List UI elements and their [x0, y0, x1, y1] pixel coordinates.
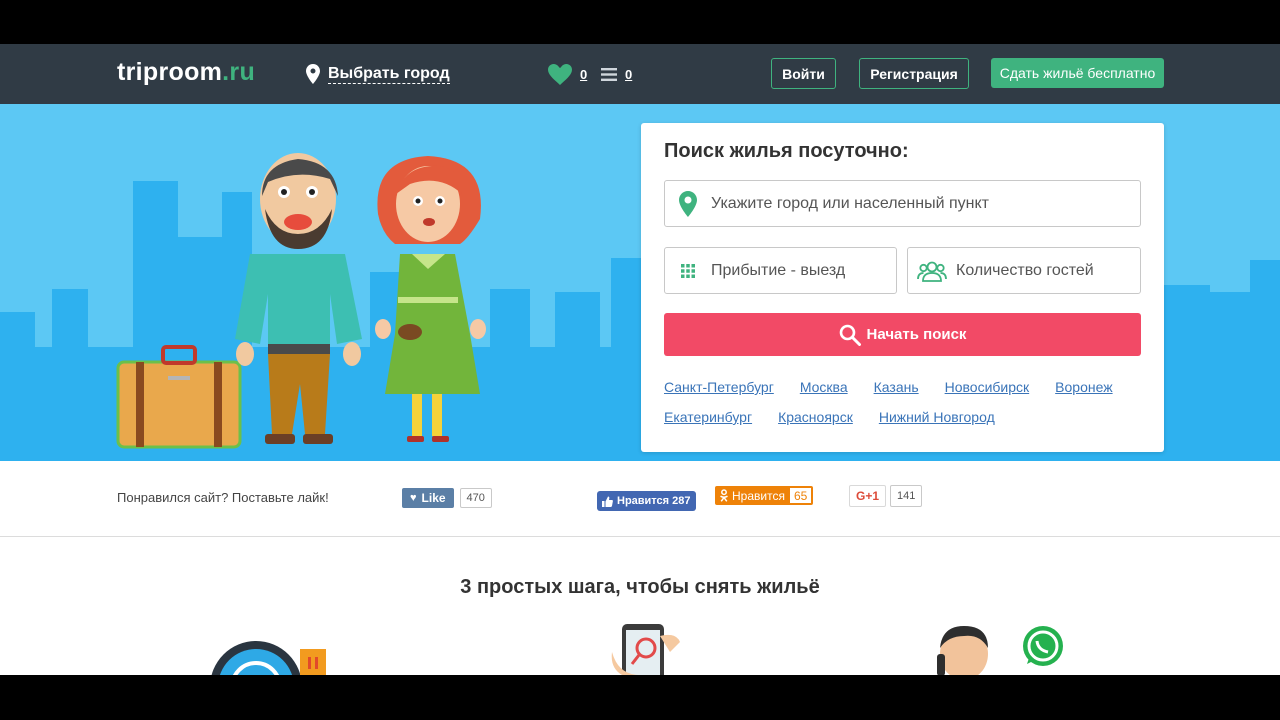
- fb-like-label: Нравится 287: [617, 495, 691, 507]
- search-panel: Поиск жилья посуточно: Укажите город или…: [641, 123, 1164, 452]
- top-navbar: triproom.ru Выбрать город 0 0 Войти Реги…: [0, 44, 1280, 104]
- location-pin-icon: [679, 190, 697, 217]
- popular-cities: Санкт-Петербург Москва Казань Новосибирс…: [664, 379, 1141, 439]
- city-link[interactable]: Москва: [800, 379, 848, 395]
- suitcase-illustration: [116, 345, 242, 449]
- search-icon: [839, 324, 861, 346]
- login-button[interactable]: Войти: [771, 58, 836, 89]
- city-select-label: Выбрать город: [328, 64, 450, 84]
- start-search-label: Начать поиск: [866, 326, 967, 343]
- city-link[interactable]: Новосибирск: [945, 379, 1030, 395]
- gplus-widget: G+1 141: [849, 485, 923, 507]
- city-search-input[interactable]: Укажите город или населенный пункт: [664, 180, 1141, 227]
- popular-cities-row: Санкт-Петербург Москва Казань Новосибирс…: [664, 379, 1141, 395]
- vk-like-label: Like: [421, 491, 446, 505]
- social-likes-bar: Понравился сайт? Поставьте лайк! ♥ Like …: [0, 461, 1280, 537]
- step-1-illustration: [211, 641, 326, 675]
- ok-like-count: 65: [789, 488, 812, 503]
- logo-main: triproom: [117, 58, 223, 86]
- gplus-button[interactable]: G+1: [849, 485, 887, 507]
- heart-icon: ♥: [410, 492, 417, 504]
- city-link[interactable]: Екатеринбург: [664, 409, 752, 425]
- gplus-count: 141: [890, 485, 923, 507]
- city-link[interactable]: Воронеж: [1055, 379, 1112, 395]
- step-2-illustration: [611, 624, 680, 675]
- thumbs-up-icon: [602, 496, 613, 507]
- fb-like-button[interactable]: Нравится 287: [597, 491, 696, 511]
- start-search-button[interactable]: Начать поиск: [664, 313, 1141, 356]
- like-prompt: Понравился сайт? Поставьте лайк!: [117, 490, 329, 505]
- vk-like-widget: ♥ Like 470: [402, 487, 492, 509]
- city-link[interactable]: Нижний Новгород: [879, 409, 995, 425]
- list-count: 0: [625, 66, 633, 82]
- vk-like-count: 470: [459, 488, 492, 508]
- heart-icon: [548, 63, 572, 85]
- page: triproom.ru Выбрать город 0 0 Войти Реги…: [0, 44, 1280, 675]
- favorites-link[interactable]: 0: [548, 62, 587, 86]
- dates-placeholder: Прибытие - выезд: [711, 261, 846, 279]
- steps-heading: 3 простых шага, чтобы снять жильё: [460, 576, 820, 598]
- step-3-illustration: [937, 626, 1063, 675]
- guests-placeholder: Количество гостей: [956, 261, 1094, 279]
- logo-tld: .ru: [222, 58, 256, 86]
- comparison-list-link[interactable]: 0: [601, 62, 632, 86]
- people-icon: [917, 261, 947, 282]
- guests-input[interactable]: Количество гостей: [907, 247, 1141, 294]
- vk-like-button[interactable]: ♥ Like: [402, 488, 454, 508]
- city-link[interactable]: Казань: [874, 379, 919, 395]
- ok-like-label: Нравится: [732, 488, 785, 503]
- register-button[interactable]: Регистрация: [859, 58, 969, 89]
- odnoklassniki-icon: [720, 489, 728, 502]
- list-icon: [601, 67, 617, 81]
- rent-out-button[interactable]: Сдать жильё бесплатно: [991, 58, 1164, 88]
- search-title: Поиск жилья посуточно:: [664, 140, 909, 162]
- calendar-grid-icon: [681, 263, 695, 278]
- favorites-count: 0: [580, 66, 588, 82]
- city-link[interactable]: Красноярск: [778, 409, 853, 425]
- map-pin-icon: [306, 64, 320, 84]
- city-link[interactable]: Санкт-Петербург: [664, 379, 774, 395]
- site-logo[interactable]: triproom.ru: [117, 58, 255, 87]
- city-search-placeholder: Укажите город или населенный пункт: [711, 194, 989, 212]
- hero-banner: Поиск жилья посуточно: Укажите город или…: [0, 104, 1280, 461]
- popular-cities-row: Екатеринбург Красноярск Нижний Новгород: [664, 409, 1141, 425]
- dates-input[interactable]: Прибытие - выезд: [664, 247, 897, 294]
- city-select-link[interactable]: Выбрать город: [306, 62, 450, 86]
- ok-like-button[interactable]: Нравится 65: [715, 486, 814, 505]
